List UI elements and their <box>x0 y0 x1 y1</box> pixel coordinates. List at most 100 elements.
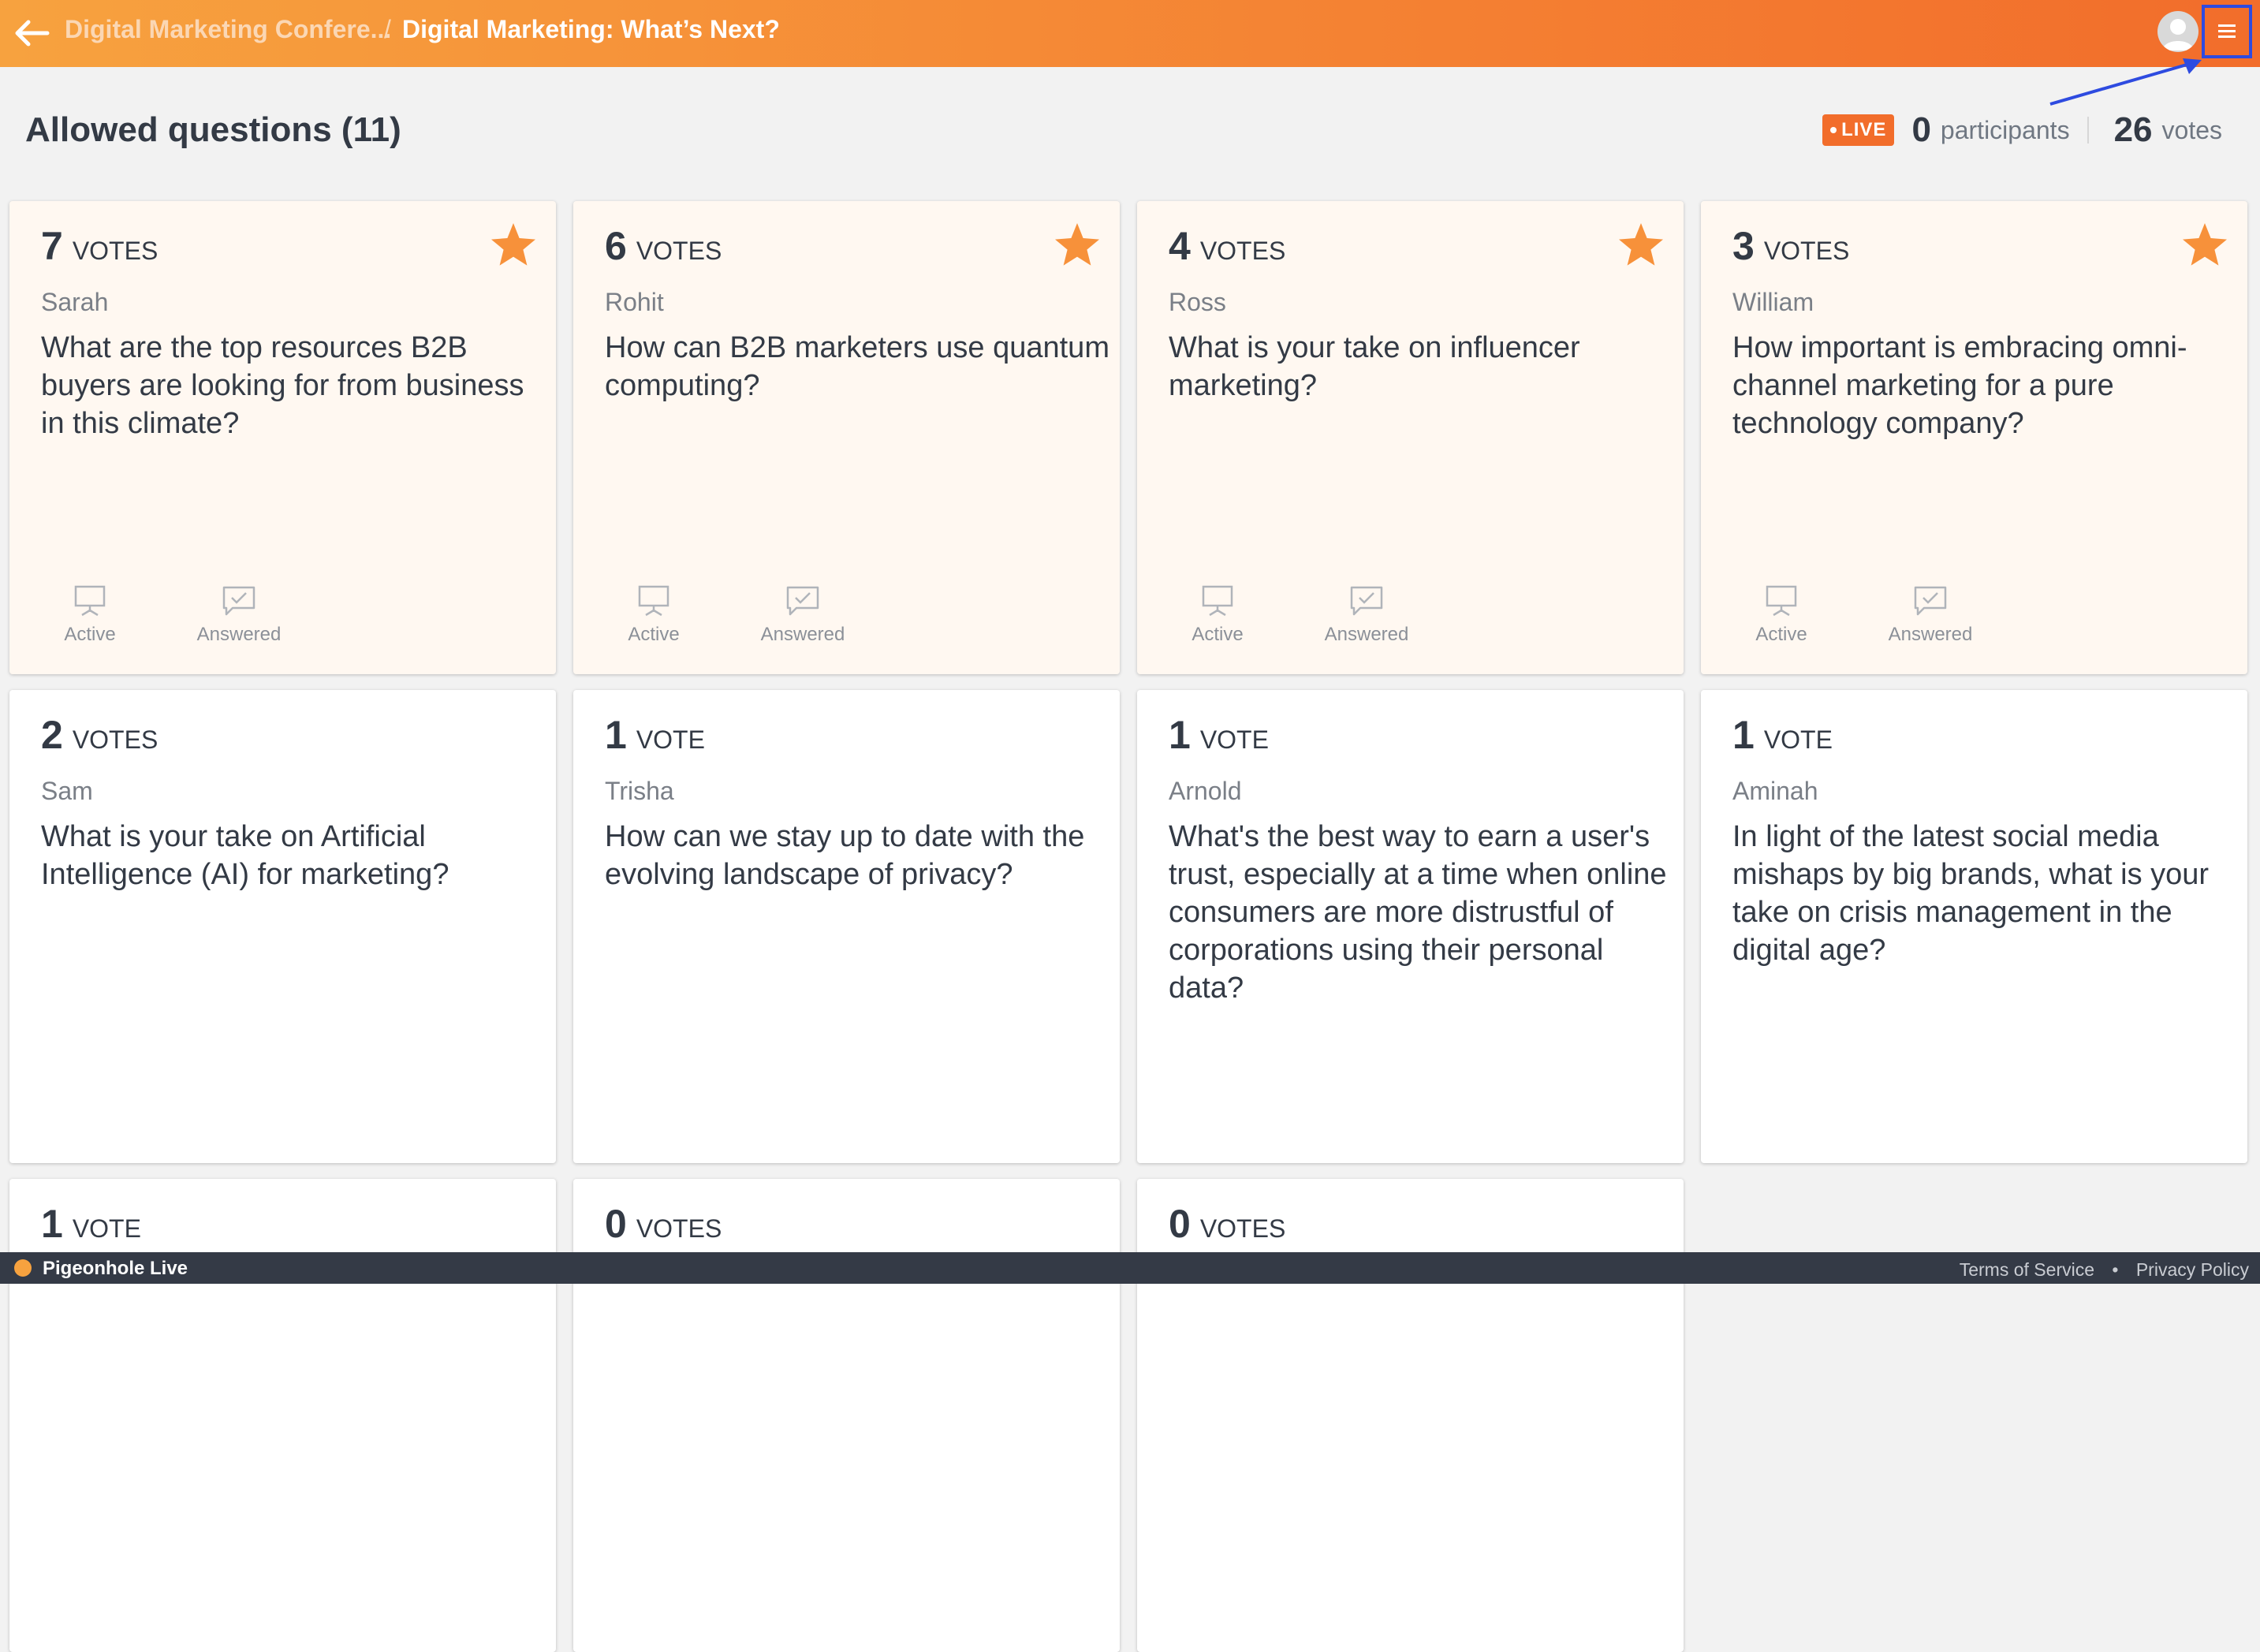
question-text: What are the top resources B2B buyers ar… <box>41 331 524 440</box>
vote-count: 1 <box>41 1202 63 1246</box>
question-card[interactable]: 4 votes Ross What is your take on influen… <box>1137 201 1684 674</box>
vote-count: 2 <box>41 713 63 757</box>
question-card[interactable]: 7 votes Sarah What are the top resources … <box>9 201 556 674</box>
vote-label: votes <box>636 237 722 265</box>
star-icon[interactable] <box>490 222 537 267</box>
question-card[interactable]: 6 votes Rohit How can B2B marketers use q… <box>573 201 1120 674</box>
avatar[interactable] <box>2157 11 2198 52</box>
question-text: In light of the latest social media mish… <box>1732 820 2210 967</box>
presentation-screen-icon <box>74 585 106 617</box>
vote-label: vote <box>72 1214 141 1243</box>
vote-count: 7 <box>41 224 63 268</box>
page-title: Allowed questions (11) <box>25 110 401 149</box>
question-author: Rohit <box>605 288 664 316</box>
participants-label: participants <box>1940 115 2070 144</box>
question-text: How can we stay up to date with the evol… <box>605 820 1085 891</box>
vote-count: 4 <box>1169 224 1191 268</box>
answered-label: Answered <box>760 624 845 645</box>
back-button[interactable] <box>11 16 50 50</box>
vote-label: vote <box>636 725 705 754</box>
breadcrumb-parent-link[interactable]: Digital Marketing Confere... <box>65 15 391 44</box>
answered-label: Answered <box>1888 624 1973 645</box>
answered-label: Answered <box>1324 624 1409 645</box>
user-avatar-icon <box>2162 19 2194 50</box>
annotation-arrow-icon <box>2049 58 2202 106</box>
question-author: Sarah <box>41 288 109 316</box>
active-label: Active <box>628 624 680 645</box>
question-text: What is your take on Artificial Intellig… <box>41 820 449 891</box>
mark-active-button[interactable]: Active <box>1738 585 1825 646</box>
vote-label: vote <box>1199 725 1269 754</box>
vote-count: 0 <box>605 1202 627 1246</box>
presentation-screen-icon <box>1766 585 1797 617</box>
question-text: What's the best way to earn a user's tru… <box>1169 820 1667 1005</box>
question-card[interactable]: 1 vote Aminah In light of the latest soci… <box>1701 690 2247 1163</box>
question-author: Aminah <box>1732 777 1818 805</box>
star-icon[interactable] <box>1617 222 1665 267</box>
votes-count: 26 <box>2113 110 2153 149</box>
footer-brand: Pigeonhole Live <box>43 1258 188 1279</box>
active-label: Active <box>1192 624 1244 645</box>
vote-label: votes <box>636 1214 722 1243</box>
session-stats: LIVE 0 participants 26 votes <box>1822 109 2222 151</box>
question-card[interactable]: 1 vote Trisha How can we stay up to date … <box>573 690 1120 1163</box>
checked-message-icon <box>222 586 255 616</box>
vote-label: vote <box>1763 725 1833 754</box>
vote-count: 1 <box>605 713 627 757</box>
vote-label: votes <box>72 725 158 754</box>
hamburger-menu-icon <box>2218 24 2236 38</box>
presentation-screen-icon <box>1202 585 1233 617</box>
question-card[interactable]: 0 votes <box>573 1179 1120 1652</box>
live-label: LIVE <box>1841 119 1887 140</box>
question-text: What is your take on influencer marketin… <box>1169 331 1580 402</box>
vote-count: 1 <box>1732 713 1755 757</box>
vote-count: 3 <box>1732 224 1755 268</box>
privacy-policy-link[interactable]: Privacy Policy <box>2136 1259 2249 1280</box>
footer: Pigeonhole Live Terms of Service • Priva… <box>0 1252 2260 1284</box>
mark-answered-button[interactable]: Answered <box>751 585 854 646</box>
question-text: How important is embracing omni-channel … <box>1732 331 2187 440</box>
footer-separator: • <box>2112 1259 2119 1280</box>
question-card[interactable]: 3 votes William How important is embracin… <box>1701 201 2247 674</box>
live-dot-icon <box>1830 127 1837 133</box>
checked-message-icon <box>1350 586 1383 616</box>
mark-answered-button[interactable]: Answered <box>1879 585 1982 646</box>
breadcrumb-current: Digital Marketing: What’s Next? <box>402 15 780 43</box>
mark-active-button[interactable]: Active <box>47 585 133 646</box>
question-author: Sam <box>41 777 93 805</box>
star-icon[interactable] <box>1054 222 1101 267</box>
question-author: Ross <box>1169 288 1226 316</box>
star-icon[interactable] <box>2181 222 2228 267</box>
question-author: William <box>1732 288 1814 316</box>
answered-label: Answered <box>196 624 282 645</box>
question-author: Arnold <box>1169 777 1242 805</box>
question-card[interactable]: 0 votes <box>1137 1179 1684 1652</box>
vote-count: 0 <box>1169 1202 1191 1246</box>
vote-count: 1 <box>1169 713 1191 757</box>
question-card[interactable]: 1 vote <box>9 1179 556 1652</box>
terms-of-service-link[interactable]: Terms of Service <box>1960 1259 2094 1280</box>
presentation-screen-icon <box>638 585 669 617</box>
votes-label: votes <box>2161 115 2222 144</box>
active-label: Active <box>64 624 116 645</box>
vote-label: votes <box>72 237 158 265</box>
question-author: Trisha <box>605 777 674 805</box>
mark-answered-button[interactable]: Answered <box>1315 585 1418 646</box>
active-label: Active <box>1755 624 1807 645</box>
checked-message-icon <box>1914 586 1947 616</box>
mark-answered-button[interactable]: Answered <box>188 585 290 646</box>
vote-label: votes <box>1763 237 1850 265</box>
stats-divider <box>2087 117 2089 144</box>
participants-count: 0 <box>1911 110 1931 149</box>
question-card[interactable]: 2 votes Sam What is your take on Artifici… <box>9 690 556 1163</box>
checked-message-icon <box>786 586 819 616</box>
vote-label: votes <box>1199 237 1286 265</box>
footer-links: Terms of Service • Privacy Policy <box>1960 1259 2249 1281</box>
mark-active-button[interactable]: Active <box>610 585 697 646</box>
breadcrumb-separator: / <box>384 15 391 43</box>
top-bar: Digital Marketing Confere... / Digital M… <box>0 0 2260 67</box>
pigeonhole-logo-icon <box>14 1259 32 1277</box>
live-badge: LIVE <box>1822 114 1895 146</box>
mark-active-button[interactable]: Active <box>1174 585 1261 646</box>
question-card[interactable]: 1 vote Arnold What's the best way to earn… <box>1137 690 1684 1163</box>
